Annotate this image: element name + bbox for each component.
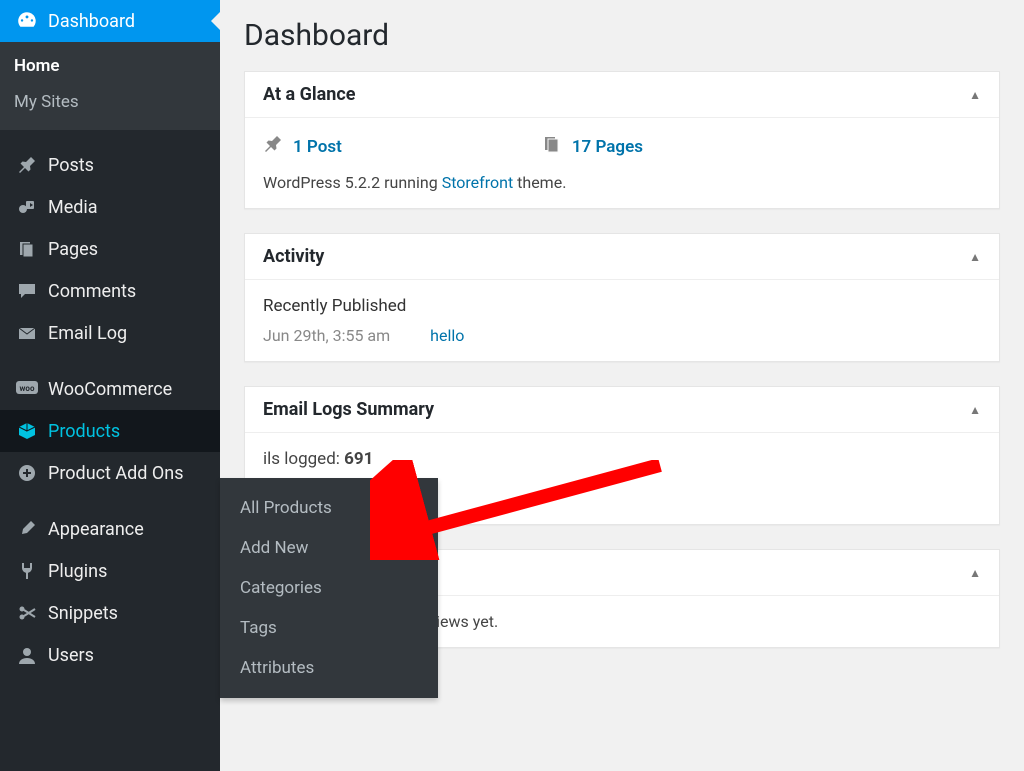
flyout-tags[interactable]: Tags xyxy=(220,608,438,648)
plus-circle-icon xyxy=(14,462,40,484)
panel-title: Activity xyxy=(263,246,324,267)
sidebar-item-comments[interactable]: Comments xyxy=(0,270,220,312)
panel-header[interactable]: Activity ▲ xyxy=(245,234,999,280)
sidebar-item-label: Plugins xyxy=(48,561,107,582)
pin-icon xyxy=(14,154,40,176)
products-flyout-menu: All Products Add New Categories Tags Att… xyxy=(220,478,438,698)
sidebar-item-label: Snippets xyxy=(48,603,118,624)
panel-title: Email Logs Summary xyxy=(263,399,434,420)
panel-body: 1 Post 17 Pages WordPress 5.2.2 running … xyxy=(245,118,999,208)
chevron-up-icon[interactable]: ▲ xyxy=(969,250,981,264)
sidebar-item-users[interactable]: Users xyxy=(0,634,220,676)
box-icon xyxy=(14,420,40,442)
panel-at-a-glance: At a Glance ▲ 1 Post 17 Pages xyxy=(244,71,1000,209)
page-title: Dashboard xyxy=(244,18,1000,53)
sidebar-item-snippets[interactable]: Snippets xyxy=(0,592,220,634)
sidebar-item-pages[interactable]: Pages xyxy=(0,228,220,270)
activity-post-link[interactable]: hello xyxy=(430,326,464,345)
plug-icon xyxy=(14,560,40,582)
sidebar-item-label: Users xyxy=(48,645,94,666)
sidebar-item-label: Comments xyxy=(48,281,136,302)
sidebar-item-woocommerce[interactable]: woo WooCommerce xyxy=(0,368,220,410)
sidebar-item-dashboard[interactable]: Dashboard xyxy=(0,0,220,42)
chevron-up-icon[interactable]: ▲ xyxy=(969,566,981,580)
sidebar-sub-home[interactable]: Home xyxy=(0,48,220,84)
sidebar-item-emaillog[interactable]: Email Log xyxy=(0,312,220,354)
glance-pages-link[interactable]: 17 Pages xyxy=(542,134,643,159)
flyout-all-products[interactable]: All Products xyxy=(220,488,438,528)
brush-icon xyxy=(14,518,40,540)
theme-link[interactable]: Storefront xyxy=(442,173,513,192)
panel-title: At a Glance xyxy=(263,84,355,105)
panel-header[interactable]: Email Logs Summary ▲ xyxy=(245,387,999,433)
panel-activity: Activity ▲ Recently Published Jun 29th, … xyxy=(244,233,1000,362)
sidebar-item-label: Product Add Ons xyxy=(48,463,184,484)
sidebar-item-label: Products xyxy=(48,421,120,442)
dashboard-submenu: Home My Sites xyxy=(0,42,220,130)
scissors-icon xyxy=(14,602,40,624)
sidebar-sub-mysites[interactable]: My Sites xyxy=(0,84,220,120)
user-icon xyxy=(14,644,40,666)
sidebar-item-label: Dashboard xyxy=(48,11,135,32)
sidebar-item-media[interactable]: Media xyxy=(0,186,220,228)
chevron-up-icon[interactable]: ▲ xyxy=(969,403,981,417)
comment-icon xyxy=(14,280,40,302)
email-total-text: ils logged: 691 xyxy=(263,449,981,469)
pages-icon xyxy=(542,134,562,159)
panel-header[interactable]: At a Glance ▲ xyxy=(245,72,999,118)
admin-sidebar: Dashboard Home My Sites Posts Media Page… xyxy=(0,0,220,771)
activity-date: Jun 29th, 3:55 am xyxy=(263,326,390,345)
sidebar-item-label: Appearance xyxy=(48,519,144,540)
sidebar-item-posts[interactable]: Posts xyxy=(0,144,220,186)
sidebar-item-label: Media xyxy=(48,197,98,218)
sidebar-item-appearance[interactable]: Appearance xyxy=(0,508,220,550)
sidebar-item-label: Posts xyxy=(48,155,94,176)
svg-text:woo: woo xyxy=(20,384,35,393)
gauge-icon xyxy=(14,10,40,32)
media-icon xyxy=(14,196,40,218)
pin-icon xyxy=(263,134,283,159)
woo-icon: woo xyxy=(14,378,40,400)
sidebar-item-label: Pages xyxy=(48,239,98,260)
flyout-attributes[interactable]: Attributes xyxy=(220,648,438,688)
wp-version-text: WordPress 5.2.2 running Storefront theme… xyxy=(263,173,981,192)
chevron-up-icon[interactable]: ▲ xyxy=(969,88,981,102)
flyout-add-new[interactable]: Add New xyxy=(220,528,438,568)
sidebar-item-label: Email Log xyxy=(48,323,127,344)
sidebar-item-productaddons[interactable]: Product Add Ons xyxy=(0,452,220,494)
glance-posts-text: 1 Post xyxy=(293,137,342,157)
activity-section-label: Recently Published xyxy=(263,296,981,316)
envelope-icon xyxy=(14,322,40,344)
glance-pages-text: 17 Pages xyxy=(572,137,643,157)
pages-icon xyxy=(14,238,40,260)
panel-body: Recently Published Jun 29th, 3:55 am hel… xyxy=(245,280,999,361)
sidebar-item-plugins[interactable]: Plugins xyxy=(0,550,220,592)
sidebar-item-label: WooCommerce xyxy=(48,379,172,400)
glance-posts-link[interactable]: 1 Post xyxy=(263,134,342,159)
flyout-categories[interactable]: Categories xyxy=(220,568,438,608)
sidebar-item-products[interactable]: Products xyxy=(0,410,220,452)
